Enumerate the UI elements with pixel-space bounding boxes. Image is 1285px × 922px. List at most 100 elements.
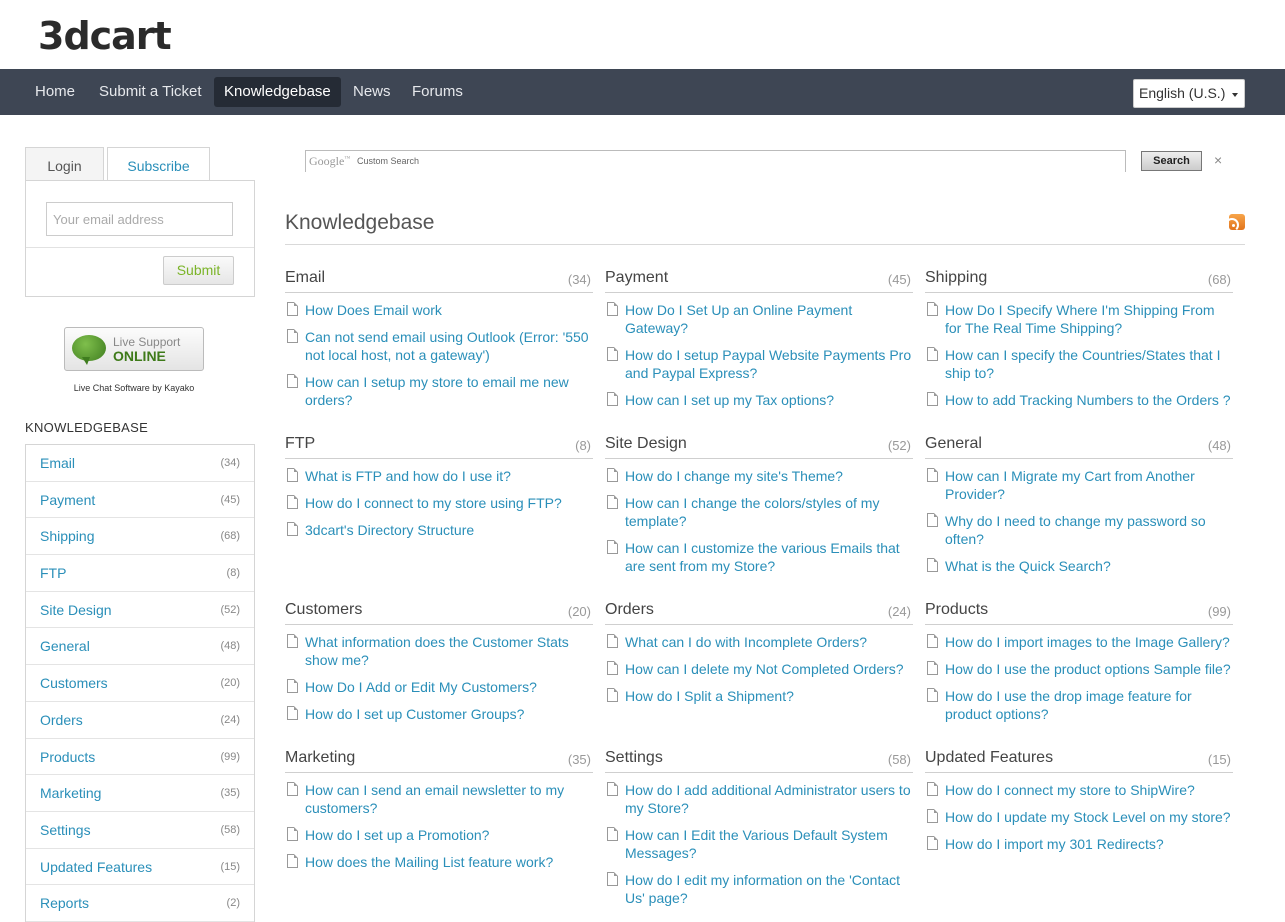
article-link[interactable]: How Does Email work bbox=[285, 301, 593, 319]
rss-icon[interactable] bbox=[1229, 214, 1245, 230]
article-link[interactable]: How do I setup Paypal Website Payments P… bbox=[605, 346, 913, 382]
article-link[interactable]: How do I use the product options Sample … bbox=[925, 660, 1233, 678]
article-link[interactable]: How do I change my site's Theme? bbox=[605, 467, 913, 485]
chat-bubble-icon bbox=[72, 335, 106, 365]
category-count: (20) bbox=[567, 604, 591, 619]
article-link[interactable]: What information does the Customer Stats… bbox=[285, 633, 593, 669]
language-select-value: English (U.S.) bbox=[1139, 85, 1226, 101]
kb-category-payment: Payment (45) How Do I Set Up an Online Pa… bbox=[605, 267, 913, 418]
nav-submit-ticket[interactable]: Submit a Ticket bbox=[89, 77, 212, 107]
article-link[interactable]: How do I Split a Shipment? bbox=[605, 687, 913, 705]
kb-category-settings: Settings (58) How do I add additional Adm… bbox=[605, 747, 913, 916]
tab-subscribe[interactable]: Subscribe bbox=[107, 147, 210, 182]
kb-sidebar-item-email[interactable]: Email (34) bbox=[26, 445, 254, 482]
kb-sidebar-item-label: Payment bbox=[40, 491, 96, 508]
category-title[interactable]: General bbox=[925, 435, 982, 453]
submit-button[interactable]: Submit bbox=[163, 256, 234, 285]
category-count: (35) bbox=[567, 752, 591, 767]
nav-forums[interactable]: Forums bbox=[402, 77, 473, 107]
category-title[interactable]: Settings bbox=[605, 749, 663, 767]
tab-login[interactable]: Login bbox=[25, 147, 104, 181]
category-title[interactable]: Updated Features bbox=[925, 749, 1053, 767]
category-title[interactable]: Shipping bbox=[925, 269, 987, 287]
kb-sidebar-item-ftp[interactable]: FTP (8) bbox=[26, 555, 254, 592]
article-link[interactable]: How do I connect to my store using FTP? bbox=[285, 494, 593, 512]
document-icon bbox=[927, 302, 938, 316]
kb-category-updated-features: Updated Features (15) How do I connect my… bbox=[925, 747, 1233, 862]
article-link[interactable]: How can I delete my Not Completed Orders… bbox=[605, 660, 913, 678]
category-title[interactable]: Orders bbox=[605, 601, 654, 619]
kb-sidebar-item-marketing[interactable]: Marketing (35) bbox=[26, 775, 254, 812]
article-link[interactable]: How Do I Specify Where I'm Shipping From… bbox=[925, 301, 1233, 337]
kb-category-shipping: Shipping (68) How Do I Specify Where I'm … bbox=[925, 267, 1233, 418]
document-icon bbox=[927, 836, 938, 850]
kb-sidebar-item-reports[interactable]: Reports (2) bbox=[26, 885, 254, 922]
kb-sidebar-item-products[interactable]: Products (99) bbox=[26, 739, 254, 776]
article-link[interactable]: How can I set up my Tax options? bbox=[605, 391, 913, 409]
email-field[interactable] bbox=[46, 202, 233, 236]
category-title[interactable]: FTP bbox=[285, 435, 315, 453]
kb-sidebar-item-orders[interactable]: Orders (24) bbox=[26, 702, 254, 739]
article-link[interactable]: 3dcart's Directory Structure bbox=[285, 521, 593, 539]
language-select[interactable]: English (U.S.) bbox=[1133, 79, 1245, 108]
kb-sidebar-item-customers[interactable]: Customers (20) bbox=[26, 665, 254, 702]
live-support-button[interactable]: Live Support ONLINE bbox=[64, 327, 204, 371]
article-link[interactable]: How do I use the drop image feature for … bbox=[925, 687, 1233, 723]
article-link[interactable]: What is FTP and how do I use it? bbox=[285, 467, 593, 485]
document-icon bbox=[287, 854, 298, 868]
article-link[interactable]: How does the Mailing List feature work? bbox=[285, 853, 593, 871]
article-link[interactable]: How do I add additional Administrator us… bbox=[605, 781, 913, 817]
article-link[interactable]: How do I set up a Promotion? bbox=[285, 826, 593, 844]
document-icon bbox=[287, 495, 298, 509]
article-link[interactable]: How can I Migrate my Cart from Another P… bbox=[925, 467, 1233, 503]
search-input[interactable] bbox=[306, 151, 1125, 172]
kb-sidebar-item-label: Settings bbox=[40, 821, 91, 838]
category-title[interactable]: Email bbox=[285, 269, 325, 287]
kb-sidebar-item-shipping[interactable]: Shipping (68) bbox=[26, 518, 254, 556]
category-title[interactable]: Marketing bbox=[285, 749, 355, 767]
kb-sidebar-item-site-design[interactable]: Site Design (52) bbox=[26, 592, 254, 629]
kb-sidebar-item-count: (99) bbox=[220, 750, 240, 763]
article-link[interactable]: What is the Quick Search? bbox=[925, 557, 1233, 575]
category-count: (8) bbox=[575, 438, 591, 453]
article-link[interactable]: How to add Tracking Numbers to the Order… bbox=[925, 391, 1233, 409]
nav-knowledgebase[interactable]: Knowledgebase bbox=[214, 77, 341, 107]
document-icon bbox=[607, 872, 618, 886]
article-link[interactable]: What can I do with Incomplete Orders? bbox=[605, 633, 913, 651]
article-link[interactable]: How can I send an email newsletter to my… bbox=[285, 781, 593, 817]
category-count: (24) bbox=[887, 604, 911, 619]
kb-sidebar-item-label: Reports bbox=[40, 895, 90, 912]
site-logo[interactable]: 3dcart bbox=[38, 14, 172, 58]
nav-home[interactable]: Home bbox=[25, 77, 85, 107]
article-link[interactable]: Why do I need to change my password so o… bbox=[925, 512, 1233, 548]
document-icon bbox=[607, 392, 618, 406]
article-link[interactable]: Can not send email using Outlook (Error:… bbox=[285, 328, 593, 364]
kb-sidebar-item-updated-features[interactable]: Updated Features (15) bbox=[26, 849, 254, 886]
category-title[interactable]: Site Design bbox=[605, 435, 687, 453]
kb-sidebar-item-payment[interactable]: Payment (45) bbox=[26, 482, 254, 519]
article-link[interactable]: How do I set up Customer Groups? bbox=[285, 705, 593, 723]
article-link[interactable]: How Do I Set Up an Online Payment Gatewa… bbox=[605, 301, 913, 337]
category-title[interactable]: Payment bbox=[605, 269, 668, 287]
kb-sidebar-item-settings[interactable]: Settings (58) bbox=[26, 812, 254, 849]
article-link[interactable]: How do I connect my store to ShipWire? bbox=[925, 781, 1233, 799]
category-title[interactable]: Customers bbox=[285, 601, 362, 619]
search-button[interactable]: Search bbox=[1141, 151, 1202, 171]
article-link[interactable]: How do I update my Stock Level on my sto… bbox=[925, 808, 1233, 826]
article-link[interactable]: How do I import images to the Image Gall… bbox=[925, 633, 1233, 651]
nav-news[interactable]: News bbox=[343, 77, 401, 107]
article-link[interactable]: How can I customize the various Emails t… bbox=[605, 539, 913, 575]
close-icon[interactable]: × bbox=[1214, 152, 1222, 168]
kb-sidebar-item-label: Customers bbox=[40, 675, 108, 692]
article-link[interactable]: How do I edit my information on the 'Con… bbox=[605, 871, 913, 907]
article-link[interactable]: How can I specify the Countries/States t… bbox=[925, 346, 1233, 382]
document-icon bbox=[287, 782, 298, 796]
article-link[interactable]: How do I import my 301 Redirects? bbox=[925, 835, 1233, 853]
article-link[interactable]: How can I setup my store to email me new… bbox=[285, 373, 593, 409]
kb-sidebar-item-count: (52) bbox=[220, 603, 240, 616]
article-link[interactable]: How can I Edit the Various Default Syste… bbox=[605, 826, 913, 862]
article-link[interactable]: How can I change the colors/styles of my… bbox=[605, 494, 913, 530]
article-link[interactable]: How Do I Add or Edit My Customers? bbox=[285, 678, 593, 696]
category-title[interactable]: Products bbox=[925, 601, 988, 619]
kb-sidebar-item-general[interactable]: General (48) bbox=[26, 628, 254, 666]
